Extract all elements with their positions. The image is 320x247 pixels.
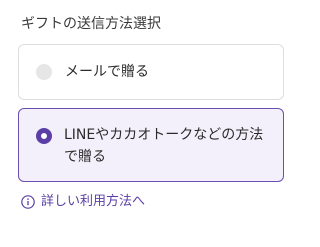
radio-line-kakaotalk[interactable] bbox=[36, 128, 52, 144]
info-icon bbox=[21, 195, 35, 209]
option-email-label: メールで贈る bbox=[65, 64, 149, 80]
section-title: ギフトの送信方法選択 bbox=[21, 16, 161, 32]
help-link-label: 詳しい利用方法へ bbox=[41, 194, 146, 209]
option-line-kakaotalk-label: LINEやカカオトークなどの方法で贈る bbox=[64, 127, 264, 165]
option-line-kakaotalk[interactable]: LINEやカカオトークなどの方法で贈る bbox=[18, 108, 284, 182]
radio-email[interactable] bbox=[36, 64, 52, 80]
gift-send-method-page: ギフトの送信方法選択 メールで贈る LINEやカカオトークなどの方法で贈る 詳し… bbox=[0, 0, 300, 247]
option-email[interactable]: メールで贈る bbox=[18, 44, 284, 100]
help-link[interactable]: 詳しい利用方法へ bbox=[21, 193, 145, 211]
